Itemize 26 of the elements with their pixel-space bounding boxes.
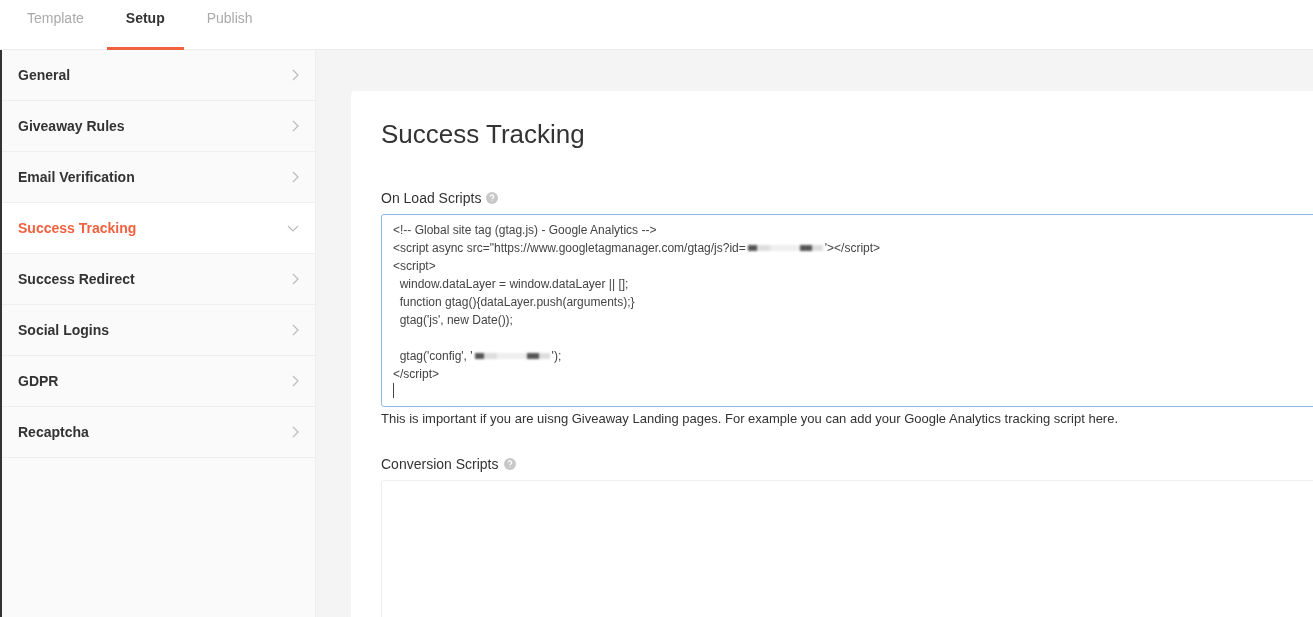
code-line: <script> — [393, 259, 436, 273]
chevron-right-icon — [292, 69, 299, 81]
chevron-right-icon — [292, 375, 299, 387]
chevron-right-icon — [292, 426, 299, 438]
code-line: '); — [551, 349, 562, 363]
code-line: <!-- Global site tag (gtag.js) - Google Analytics --> — [393, 223, 657, 237]
help-text: This is important if you are uisng Giveaway Landing pages. For example you can add your Google Analytics tracking script here. — [381, 411, 1120, 426]
chevron-right-icon — [292, 273, 299, 285]
code-line: <script async src="https://www.googletagmanager.com/gtag/js?id= — [393, 241, 746, 255]
field-label: Conversion Scripts — [381, 456, 499, 472]
text-cursor — [393, 383, 394, 398]
code-editor[interactable] — [381, 214, 1313, 407]
code-line: window.dataLayer = window.dataLayer || []; — [398, 277, 629, 291]
code-line: gtag('js', new Date()); — [398, 313, 513, 327]
section-title: Success Tracking — [381, 119, 586, 150]
code-line: </script> — [393, 367, 440, 381]
code-line: function gtag(){dataLayer.push(arguments);} — [398, 295, 635, 309]
field-label: On Load Scripts — [381, 190, 482, 206]
code-line: '></script> — [824, 241, 881, 255]
chevron-right-icon — [292, 120, 299, 132]
chevron-right-icon — [292, 324, 299, 336]
chevron-right-icon — [292, 171, 299, 183]
help-icon[interactable] — [486, 192, 499, 204]
chevron-down-icon — [287, 224, 299, 232]
code-line: gtag('config', ' — [398, 349, 473, 363]
help-icon[interactable] — [503, 458, 516, 470]
